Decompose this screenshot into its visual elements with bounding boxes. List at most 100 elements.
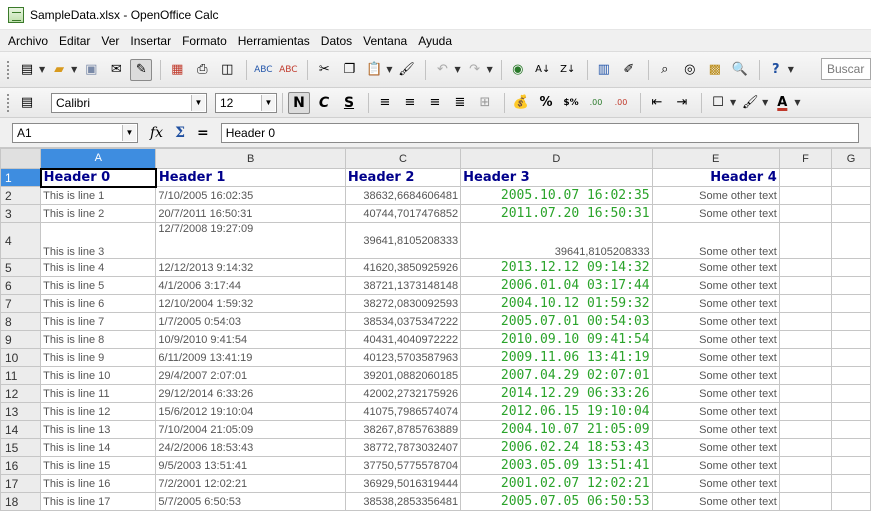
table-cell[interactable]: 39641,8105208333 xyxy=(344,222,462,259)
row-header[interactable]: 9 xyxy=(0,330,42,349)
select-all-corner[interactable] xyxy=(0,148,42,169)
table-cell[interactable]: This is line 16 xyxy=(40,474,157,493)
table-cell[interactable]: 38534,0375347222 xyxy=(344,312,462,331)
empty-cell[interactable] xyxy=(778,186,833,205)
empty-cell[interactable] xyxy=(778,294,833,313)
table-cell[interactable]: 38772,7873032407 xyxy=(344,438,462,457)
column-header[interactable]: C xyxy=(344,148,462,169)
help-icon[interactable]: ? xyxy=(765,59,787,81)
table-cell[interactable]: 2003.05.09 13:51:41 xyxy=(460,456,653,475)
empty-cell[interactable] xyxy=(831,456,871,475)
gallery-icon[interactable]: ▩ xyxy=(704,59,726,81)
empty-cell[interactable] xyxy=(831,384,871,403)
borders-icon[interactable]: ☐ xyxy=(707,92,729,114)
formula-input[interactable]: Header 0 xyxy=(220,122,859,143)
empty-cell[interactable] xyxy=(778,474,833,493)
font-color-icon[interactable]: A xyxy=(771,92,793,114)
table-cell[interactable]: This is line 15 xyxy=(40,456,157,475)
table-cell[interactable]: 40431,4040972222 xyxy=(344,330,462,349)
font-name-dropdown-icon[interactable]: ▼ xyxy=(191,94,205,111)
email-icon[interactable]: ✉ xyxy=(105,59,127,81)
font-name-select[interactable]: Calibri ▼ xyxy=(51,92,207,113)
empty-cell[interactable] xyxy=(778,456,833,475)
table-cell[interactable]: Some other text xyxy=(651,330,780,349)
navigator-icon[interactable]: ◎ xyxy=(679,59,701,81)
table-cell[interactable]: 12/12/2013 9:14:32 xyxy=(155,258,346,277)
table-cell[interactable]: Some other text xyxy=(651,312,780,331)
sort-descending-icon[interactable]: Z↓ xyxy=(557,59,579,81)
row-header[interactable]: 18 xyxy=(0,492,42,511)
menu-datos[interactable]: Datos xyxy=(321,34,352,48)
underline-button[interactable]: S xyxy=(338,92,360,114)
name-box[interactable]: A1 ▼ xyxy=(12,122,138,143)
menu-ventana[interactable]: Ventana xyxy=(363,34,407,48)
table-cell[interactable]: 40744,7017476852 xyxy=(344,204,462,223)
table-cell[interactable]: This is line 17 xyxy=(40,492,157,511)
open-dropdown-icon[interactable]: ▼ xyxy=(71,65,77,74)
autospellcheck-icon[interactable]: ABC xyxy=(277,59,299,81)
empty-cell[interactable] xyxy=(831,438,871,457)
row-header[interactable]: 3 xyxy=(0,204,42,223)
row-header[interactable]: 7 xyxy=(0,294,42,313)
empty-cell[interactable] xyxy=(831,204,871,223)
empty-cell[interactable] xyxy=(831,312,871,331)
table-cell[interactable]: 36929,5016319444 xyxy=(344,474,462,493)
table-cell[interactable]: 41620,3850925926 xyxy=(344,258,462,277)
copy-icon[interactable]: ❐ xyxy=(338,59,360,81)
function-wizard-icon[interactable]: fx xyxy=(150,125,163,141)
table-cell[interactable]: Some other text xyxy=(651,420,780,439)
table-cell[interactable]: Some other text xyxy=(651,276,780,295)
background-color-dropdown-icon[interactable]: ▼ xyxy=(762,98,768,107)
increase-indent-icon[interactable]: ⇥ xyxy=(671,92,693,114)
row-header[interactable]: 4 xyxy=(0,222,42,259)
table-cell[interactable]: 2004.10.07 21:05:09 xyxy=(460,420,653,439)
empty-cell[interactable] xyxy=(778,258,833,277)
table-cell[interactable]: 7/10/2004 21:05:09 xyxy=(155,420,346,439)
row-header[interactable]: 10 xyxy=(0,348,42,367)
header-cell[interactable]: Header 2 xyxy=(344,168,462,187)
table-cell[interactable]: Some other text xyxy=(651,366,780,385)
row-header[interactable]: 5 xyxy=(0,258,42,277)
bold-button[interactable]: N xyxy=(288,91,310,114)
paste-icon[interactable]: 📋 xyxy=(363,59,385,81)
table-cell[interactable]: 2005.07.01 00:54:03 xyxy=(460,312,653,331)
row-header[interactable]: 17 xyxy=(0,474,42,493)
table-cell[interactable]: 15/6/2012 19:10:04 xyxy=(155,402,346,421)
page-preview-icon[interactable]: ◫ xyxy=(216,59,238,81)
column-header[interactable]: B xyxy=(155,148,346,169)
table-cell[interactable]: 9/5/2003 13:51:41 xyxy=(155,456,346,475)
undo-dropdown-icon[interactable]: ▼ xyxy=(454,65,460,74)
table-cell[interactable]: Some other text xyxy=(651,402,780,421)
table-cell[interactable]: 2001.02.07 12:02:21 xyxy=(460,474,653,493)
table-cell[interactable]: 29/4/2007 2:07:01 xyxy=(155,366,346,385)
table-cell[interactable]: Some other text xyxy=(651,348,780,367)
empty-cell[interactable] xyxy=(778,366,833,385)
empty-cell[interactable] xyxy=(778,222,833,259)
table-cell[interactable]: This is line 2 xyxy=(40,204,157,223)
undo-icon[interactable]: ↶ xyxy=(431,59,453,81)
align-right-icon[interactable]: ≡ xyxy=(424,92,446,114)
font-size-select[interactable]: 12 ▼ xyxy=(215,92,277,113)
table-cell[interactable]: 20/7/2011 16:50:31 xyxy=(155,204,346,223)
table-cell[interactable]: 2012.06.15 19:10:04 xyxy=(460,402,653,421)
table-cell[interactable]: 10/9/2010 9:41:54 xyxy=(155,330,346,349)
table-cell[interactable]: 39641,8105208333 xyxy=(460,222,653,259)
table-cell[interactable]: Some other text xyxy=(651,474,780,493)
search-input[interactable]: Buscar xyxy=(821,58,871,80)
empty-cell[interactable] xyxy=(778,420,833,439)
row-header[interactable]: 8 xyxy=(0,312,42,331)
table-cell[interactable]: 41075,7986574074 xyxy=(344,402,462,421)
table-cell[interactable]: 12/7/2008 19:27:09 xyxy=(155,222,346,259)
menu-ver[interactable]: Ver xyxy=(101,34,119,48)
table-cell[interactable]: Some other text xyxy=(651,258,780,277)
empty-cell[interactable] xyxy=(831,186,871,205)
table-cell[interactable]: This is line 5 xyxy=(40,276,157,295)
row-header[interactable]: 2 xyxy=(0,186,42,205)
table-cell[interactable]: This is line 14 xyxy=(40,438,157,457)
table-cell[interactable]: Some other text xyxy=(651,204,780,223)
sort-ascending-icon[interactable]: A↓ xyxy=(532,59,554,81)
table-cell[interactable]: 38272,0830092593 xyxy=(344,294,462,313)
decrease-indent-icon[interactable]: ⇤ xyxy=(646,92,668,114)
paste-dropdown-icon[interactable]: ▼ xyxy=(386,65,392,74)
empty-cell[interactable] xyxy=(778,330,833,349)
